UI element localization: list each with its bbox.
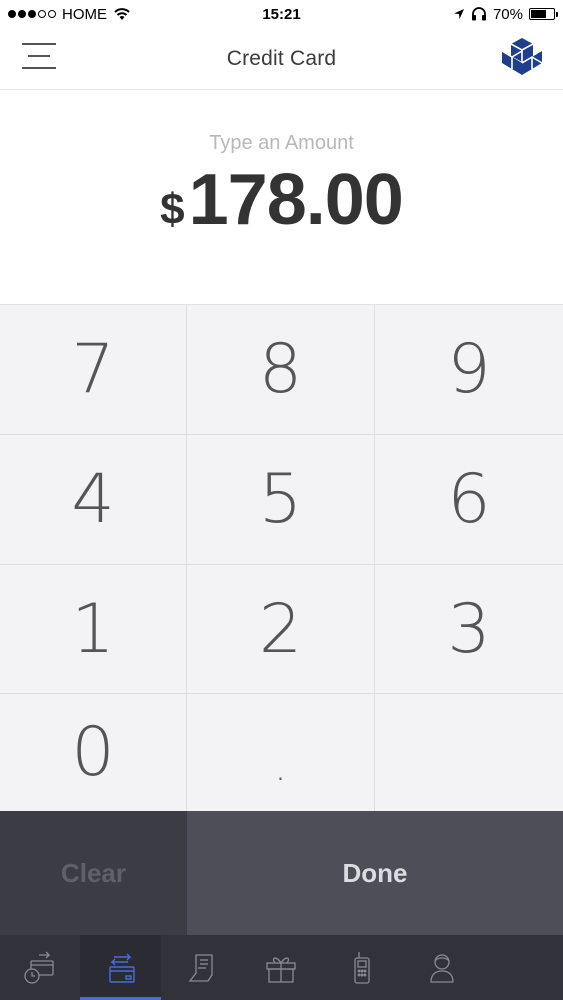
clear-button[interactable]: Clear [0, 811, 187, 935]
page-title: Credit Card [226, 46, 337, 70]
location-arrow-icon [453, 9, 464, 19]
amount-number: 178.00 [188, 160, 404, 240]
key-7[interactable]: 7 [0, 305, 187, 435]
battery-fill [531, 10, 547, 18]
amount-display: Type an Amount $ 178.00 [0, 90, 563, 304]
hamburger-menu-icon[interactable] [22, 41, 58, 73]
user-profile-icon [430, 953, 454, 983]
tab-transaction-history[interactable] [0, 935, 80, 1000]
currency-symbol: $ [160, 185, 185, 234]
status-bar: HOME 15:21 70% [0, 0, 563, 28]
status-right: 70% [355, 5, 558, 23]
headphones-icon [471, 7, 486, 21]
key-3[interactable]: 3 [375, 565, 563, 694]
status-time: 15:21 [262, 5, 301, 23]
wifi-icon [114, 8, 130, 20]
gift-icon [266, 956, 297, 983]
receipt-icon [188, 953, 213, 982]
credit-card-transfer-icon [108, 953, 135, 983]
status-left: HOME [8, 6, 208, 23]
action-bar: Clear Done [0, 811, 563, 935]
amount-label: Type an Amount [209, 132, 354, 154]
tab-profile[interactable] [402, 935, 482, 1000]
done-button[interactable]: Done [187, 811, 563, 935]
key-8[interactable]: 8 [187, 305, 375, 435]
tab-terminal[interactable] [322, 935, 402, 1000]
key-9[interactable]: 9 [375, 305, 563, 435]
tab-bar [0, 935, 563, 1000]
nav-bar: Credit Card [0, 28, 563, 90]
key-decimal[interactable]: . [187, 694, 375, 812]
key-2[interactable]: 2 [187, 565, 375, 694]
cube-logo-icon[interactable] [501, 36, 543, 78]
key-1[interactable]: 1 [0, 565, 187, 694]
key-5[interactable]: 5 [187, 435, 375, 565]
tab-receipt[interactable] [161, 935, 241, 1000]
key-6[interactable]: 6 [375, 435, 563, 565]
key-empty [375, 694, 563, 812]
numeric-keypad: 7 8 9 4 5 6 1 2 3 0 . [0, 304, 563, 812]
transaction-history-icon [24, 951, 54, 984]
battery-percent: 70% [492, 5, 523, 23]
key-0[interactable]: 0 [0, 694, 187, 812]
battery-icon [529, 8, 558, 20]
terminal-device-icon [354, 951, 370, 984]
key-4[interactable]: 4 [0, 435, 187, 565]
tab-credit-card[interactable] [80, 935, 162, 1000]
amount-value: $ 178.00 [0, 159, 563, 241]
signal-strength-icon [8, 10, 56, 18]
carrier-name: HOME [62, 5, 107, 23]
tab-gift[interactable] [241, 935, 321, 1000]
